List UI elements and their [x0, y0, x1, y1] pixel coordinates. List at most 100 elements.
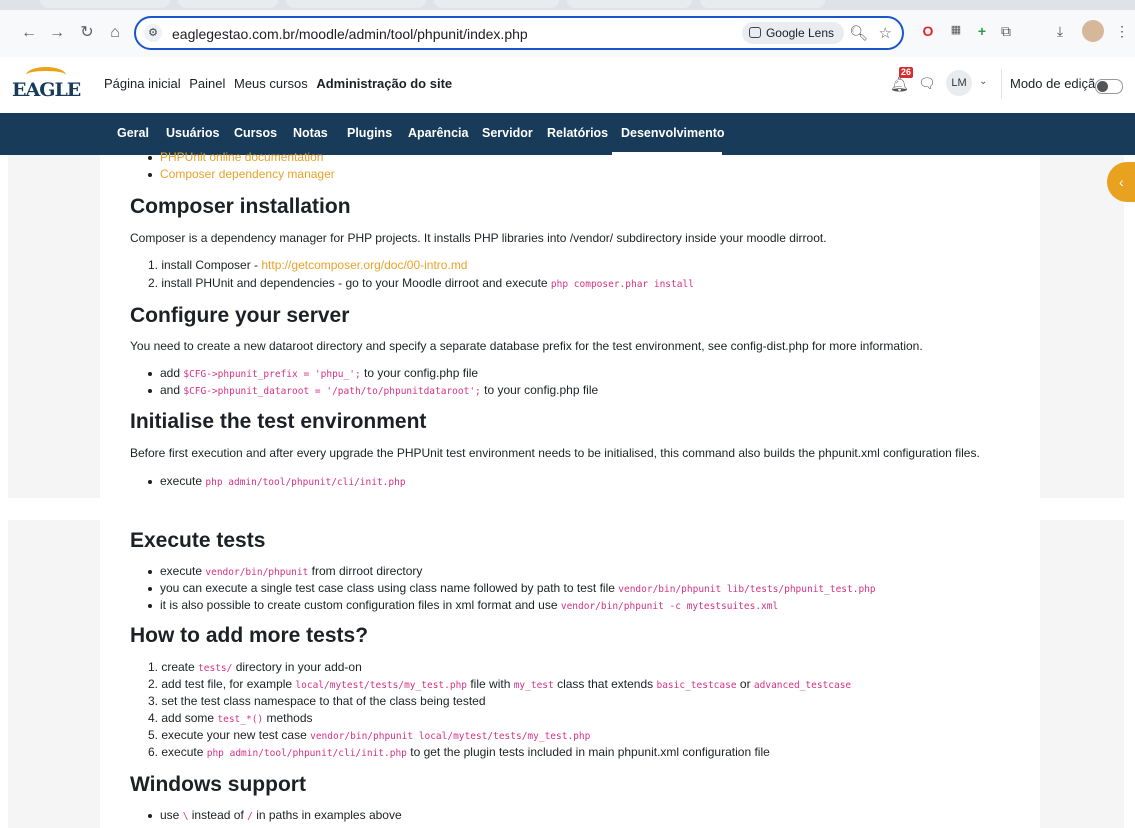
tab-usuarios[interactable]: Usuários	[166, 126, 220, 140]
code-snippet: basic_testcase	[656, 680, 737, 691]
list-item: add $CFG->phpunit_prefix = 'phpu_'; to y…	[148, 366, 478, 380]
list-item: 3. set the test class namespace to that …	[148, 694, 486, 708]
item-text: and	[160, 383, 184, 397]
nav-dashboard[interactable]: Painel	[189, 76, 225, 91]
tab-cursos[interactable]: Cursos	[234, 126, 277, 140]
download-icon[interactable]: ⤓	[1050, 23, 1070, 40]
browser-menu-icon[interactable]: ⋮	[1112, 23, 1132, 40]
init-heading: Initialise the test environment	[130, 410, 427, 433]
google-lens-label: Google Lens	[765, 26, 834, 40]
browser-tab[interactable]	[700, 0, 825, 8]
qr-extension-icon[interactable]: ▦	[946, 23, 966, 36]
composer-intro: Composer is a dependency manager for PHP…	[130, 231, 827, 245]
tab-plugins[interactable]: Plugins	[347, 126, 392, 140]
browser-tab[interactable]	[567, 0, 692, 8]
bullet	[148, 813, 152, 818]
list-item: use \ instead of / in paths in examples …	[148, 808, 402, 822]
logo-text: EAGLE	[12, 79, 81, 101]
phpunit-docs-link[interactable]: PHPUnit online documentation	[160, 150, 323, 161]
step-text: or	[736, 677, 754, 691]
code-snippet: test_*()	[217, 714, 264, 725]
browser-tab[interactable]	[434, 0, 559, 8]
init-intro: Before first execution and after every u…	[130, 446, 980, 460]
browser-tab[interactable]	[286, 0, 426, 8]
list-item: you can execute a single test case class…	[148, 581, 876, 595]
code-snippet: php composer.phar install	[550, 279, 694, 290]
list-item: 5. execute your new test case vendor/bin…	[148, 728, 590, 742]
step-text: 5. execute your new test case	[148, 728, 311, 742]
secondary-navigation: Geral Usuários Cursos Notas Plugins Apar…	[0, 113, 1135, 155]
user-avatar[interactable]: LM	[946, 70, 972, 96]
edit-mode-toggle[interactable]	[1095, 79, 1123, 94]
plus-extension-icon[interactable]: +	[972, 23, 992, 39]
howto-heading: How to add more tests?	[130, 624, 369, 647]
toggle-knob	[1097, 81, 1108, 92]
tab-servidor[interactable]: Servidor	[482, 126, 533, 140]
code-snippet: php admin/tool/phpunit/cli/init.php	[205, 477, 406, 488]
server-heading: Configure your server	[130, 304, 350, 327]
composer-intro-link[interactable]: http://getcomposer.org/doc/00-intro.md	[261, 258, 467, 272]
composer-manager-link[interactable]: Composer dependency manager	[160, 167, 335, 181]
browser-tab[interactable]	[40, 0, 170, 8]
browser-tab[interactable]	[178, 0, 278, 8]
address-bar[interactable]: ⚙ eaglegestao.com.br/moodle/admin/tool/p…	[134, 16, 904, 50]
home-icon[interactable]: ⌂	[104, 22, 126, 44]
step-text: to get the plugin tests included in main…	[406, 745, 770, 759]
code-snippet: vendor/bin/phpunit local/mytest/tests/my…	[310, 731, 591, 742]
code-snippet: local/mytest/tests/my_test.php	[295, 680, 468, 691]
list-item: and $CFG->phpunit_dataroot = '/path/to/p…	[148, 383, 598, 397]
item-text: add	[160, 366, 184, 380]
nav-home[interactable]: Página inicial	[104, 76, 181, 91]
step-text: file with	[467, 677, 514, 691]
code-snippet: my_test	[513, 680, 554, 691]
edit-mode-label: Modo de edição	[1010, 76, 1103, 91]
messages-icon[interactable]: 🗨︎	[918, 75, 936, 92]
notifications-bell-icon[interactable]: 🔔︎ 26	[890, 67, 914, 93]
list-item: 1. create tests/ directory in your add-o…	[148, 660, 362, 674]
extensions-puzzle-icon[interactable]: ⧉	[996, 23, 1016, 40]
opera-extension-icon[interactable]: O	[918, 23, 938, 39]
zoom-icon[interactable]: 🔍︎	[849, 24, 868, 42]
bullet	[148, 155, 152, 160]
nav-site-admin[interactable]: Administração do site	[316, 76, 452, 91]
item-text: you can execute a single test case class…	[160, 581, 619, 595]
step-text: methods	[263, 711, 313, 725]
url-text[interactable]: eaglegestao.com.br/moodle/admin/tool/php…	[172, 26, 528, 42]
bullet	[148, 586, 152, 591]
bullet	[148, 371, 152, 376]
nav-my-courses[interactable]: Meus cursos	[234, 76, 308, 91]
forward-icon[interactable]: →	[46, 22, 68, 44]
code-snippet: tests/	[198, 663, 233, 674]
code-snippet: vendor/bin/phpunit -c mytestsuites.xml	[560, 601, 779, 612]
step-text: 2. add test file, for example	[148, 677, 296, 691]
google-lens-button[interactable]: Google Lens	[741, 22, 844, 44]
profile-avatar-icon[interactable]	[1082, 20, 1104, 42]
tab-notas[interactable]: Notas	[293, 126, 328, 140]
item-text: execute	[160, 474, 206, 488]
browser-toolbar: ← → ↻ ⌂ ⚙ eaglegestao.com.br/moodle/admi…	[0, 10, 1135, 57]
chevron-down-icon[interactable]: ⌄	[979, 76, 987, 87]
browser-tabstrip	[0, 0, 1135, 10]
item-text: in paths in examples above	[252, 808, 402, 822]
step-text: 3. set the test class namespace to that …	[148, 694, 486, 708]
step-text: 1. create	[148, 660, 199, 674]
step-text: 2. install PHUnit and dependencies - go …	[148, 276, 551, 290]
site-logo[interactable]: EAGLE	[12, 63, 81, 107]
back-icon[interactable]: ←	[18, 22, 40, 44]
bullet	[148, 569, 152, 574]
list-item: 4. add some test_*() methods	[148, 711, 313, 725]
site-info-icon[interactable]: ⚙	[144, 24, 162, 42]
tab-geral[interactable]: Geral	[117, 126, 149, 140]
item-text: to your config.php file	[360, 366, 479, 380]
notification-count-badge: 26	[899, 67, 914, 78]
step-text: 1. install Composer -	[148, 258, 262, 272]
item-text: execute	[160, 564, 206, 578]
list-item: 2. install PHUnit and dependencies - go …	[148, 276, 694, 290]
tab-relatorios[interactable]: Relatórios	[547, 126, 608, 140]
tab-aparencia[interactable]: Aparência	[408, 126, 468, 140]
windows-heading: Windows support	[130, 773, 306, 796]
tab-desenvolvimento[interactable]: Desenvolvimento	[621, 126, 725, 140]
bookmark-star-icon[interactable]: ☆	[879, 24, 892, 42]
reload-icon[interactable]: ↻	[76, 22, 98, 44]
code-snippet: php admin/tool/phpunit/cli/init.php	[206, 748, 407, 759]
